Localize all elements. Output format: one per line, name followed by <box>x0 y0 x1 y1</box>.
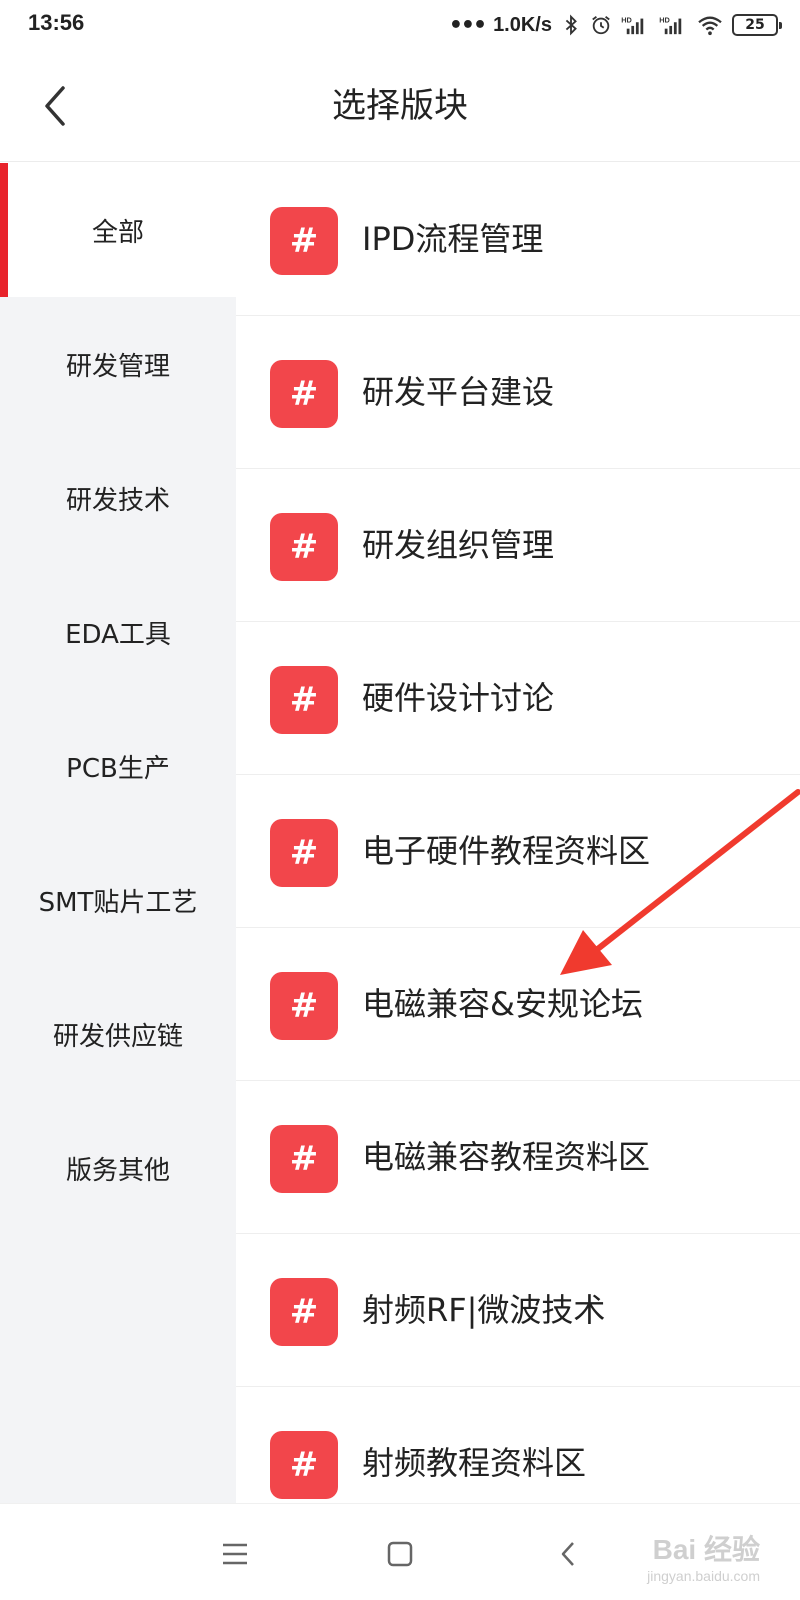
sidebar-item-label: 研发技术 <box>65 485 170 516</box>
bluetooth-icon <box>565 14 577 36</box>
hashtag-icon: # <box>270 360 338 428</box>
alarm-icon <box>592 16 610 35</box>
board-item-label: 硬件设计讨论 <box>362 679 555 717</box>
sidebar-item[interactable]: 研发技术 <box>0 431 236 565</box>
board-item[interactable]: # 电子硬件教程资料区 <box>236 775 800 928</box>
sidebar-item[interactable]: 研发供应链 <box>0 967 236 1101</box>
sidebar-item-label: 研发供应链 <box>52 1021 183 1052</box>
home-square-icon <box>387 1541 413 1567</box>
status-dots: ••• <box>448 12 487 38</box>
hd-signal-icon: HD <box>659 15 682 35</box>
status-indicators: ••• 1.0K/s HD HD 25 <box>448 10 782 40</box>
back-triangle-icon <box>561 1542 574 1566</box>
board-item[interactable]: # 电磁兼容教程资料区 <box>236 1081 800 1234</box>
hashtag-icon: # <box>270 1125 338 1193</box>
watermark: Bai 经验 jingyan.baidu.com <box>647 1528 760 1584</box>
system-nav-bar: Bai 经验 jingyan.baidu.com <box>0 1503 800 1600</box>
hashtag-icon: # <box>270 1431 338 1499</box>
sidebar-item[interactable]: EDA工具 <box>0 565 236 699</box>
watermark-sub: jingyan.baidu.com <box>647 1568 760 1584</box>
back-button[interactable] <box>30 78 80 134</box>
board-item[interactable]: # 研发平台建设 <box>236 316 800 469</box>
hashtag-icon: # <box>270 819 338 887</box>
sidebar-item[interactable]: SMT贴片工艺 <box>0 833 236 967</box>
status-time: 13:56 <box>28 10 85 35</box>
sidebar-item-label: EDA工具 <box>65 619 171 650</box>
hd-signal-icon: HD <box>621 15 644 35</box>
board-item[interactable]: # 电磁兼容&安规论坛 <box>236 928 800 1081</box>
chevron-left-icon <box>45 86 65 126</box>
board-item-label: 电磁兼容&安规论坛 <box>362 985 643 1023</box>
hashtag-icon: # <box>270 1278 338 1346</box>
hashtag-icon: # <box>270 972 338 1040</box>
board-item-label: 射频教程资料区 <box>362 1444 587 1482</box>
board-item[interactable]: # 研发组织管理 <box>236 469 800 622</box>
menu-icon <box>223 1543 247 1565</box>
sidebar-item[interactable]: PCB生产 <box>0 699 236 833</box>
sidebar-item-label: SMT贴片工艺 <box>38 887 198 918</box>
hashtag-icon: # <box>270 513 338 581</box>
board-item[interactable]: # 射频RF|微波技术 <box>236 1234 800 1387</box>
home-button[interactable] <box>372 1526 428 1582</box>
hashtag-icon: # <box>270 666 338 734</box>
page-title: 选择版块 <box>332 86 468 126</box>
board-item-label: 研发组织管理 <box>362 526 555 564</box>
board-item-label: 电磁兼容教程资料区 <box>362 1138 651 1176</box>
page-header: 选择版块 <box>0 50 800 162</box>
watermark-main: Bai 经验 <box>652 1534 760 1565</box>
board-item-label: IPD流程管理 <box>362 220 544 258</box>
network-speed: 1.0K/s <box>493 13 552 36</box>
board-list: # IPD流程管理 # 研发平台建设 # 研发组织管理 # 硬件设计讨论 # 电子硬件教程资料区 #… <box>236 163 800 1503</box>
sidebar-item[interactable]: 全部 <box>0 163 236 297</box>
board-item-label: 射频RF|微波技术 <box>362 1291 606 1329</box>
board-item-label: 研发平台建设 <box>362 373 555 411</box>
sidebar-item-label: 全部 <box>91 217 144 248</box>
sidebar-item[interactable]: 研发管理 <box>0 297 236 431</box>
status-bar: 13:56 ••• 1.0K/s HD HD 25 <box>0 0 800 50</box>
menu-button[interactable] <box>207 1526 263 1582</box>
board-item[interactable]: # IPD流程管理 <box>236 163 800 316</box>
category-sidebar: 全部研发管理研发技术 EDA工具 PCB生产 SMT贴片工艺 研发供应链版务其他 <box>0 163 236 1503</box>
back-nav-button[interactable] <box>540 1526 596 1582</box>
board-item-label: 电子硬件教程资料区 <box>362 832 651 870</box>
svg-text:HD: HD <box>659 15 670 24</box>
sidebar-item-label: 版务其他 <box>65 1155 170 1186</box>
hashtag-icon: # <box>270 207 338 275</box>
wifi-icon <box>698 16 722 36</box>
sidebar-item-label: 研发管理 <box>65 351 170 382</box>
board-item[interactable]: # 射频教程资料区 <box>236 1387 800 1503</box>
sidebar-item[interactable]: 版务其他 <box>0 1101 236 1235</box>
sidebar-item-label: PCB生产 <box>66 753 170 784</box>
board-item[interactable]: # 硬件设计讨论 <box>236 622 800 775</box>
battery-icon: 25 <box>732 14 782 36</box>
svg-text:HD: HD <box>621 15 632 24</box>
